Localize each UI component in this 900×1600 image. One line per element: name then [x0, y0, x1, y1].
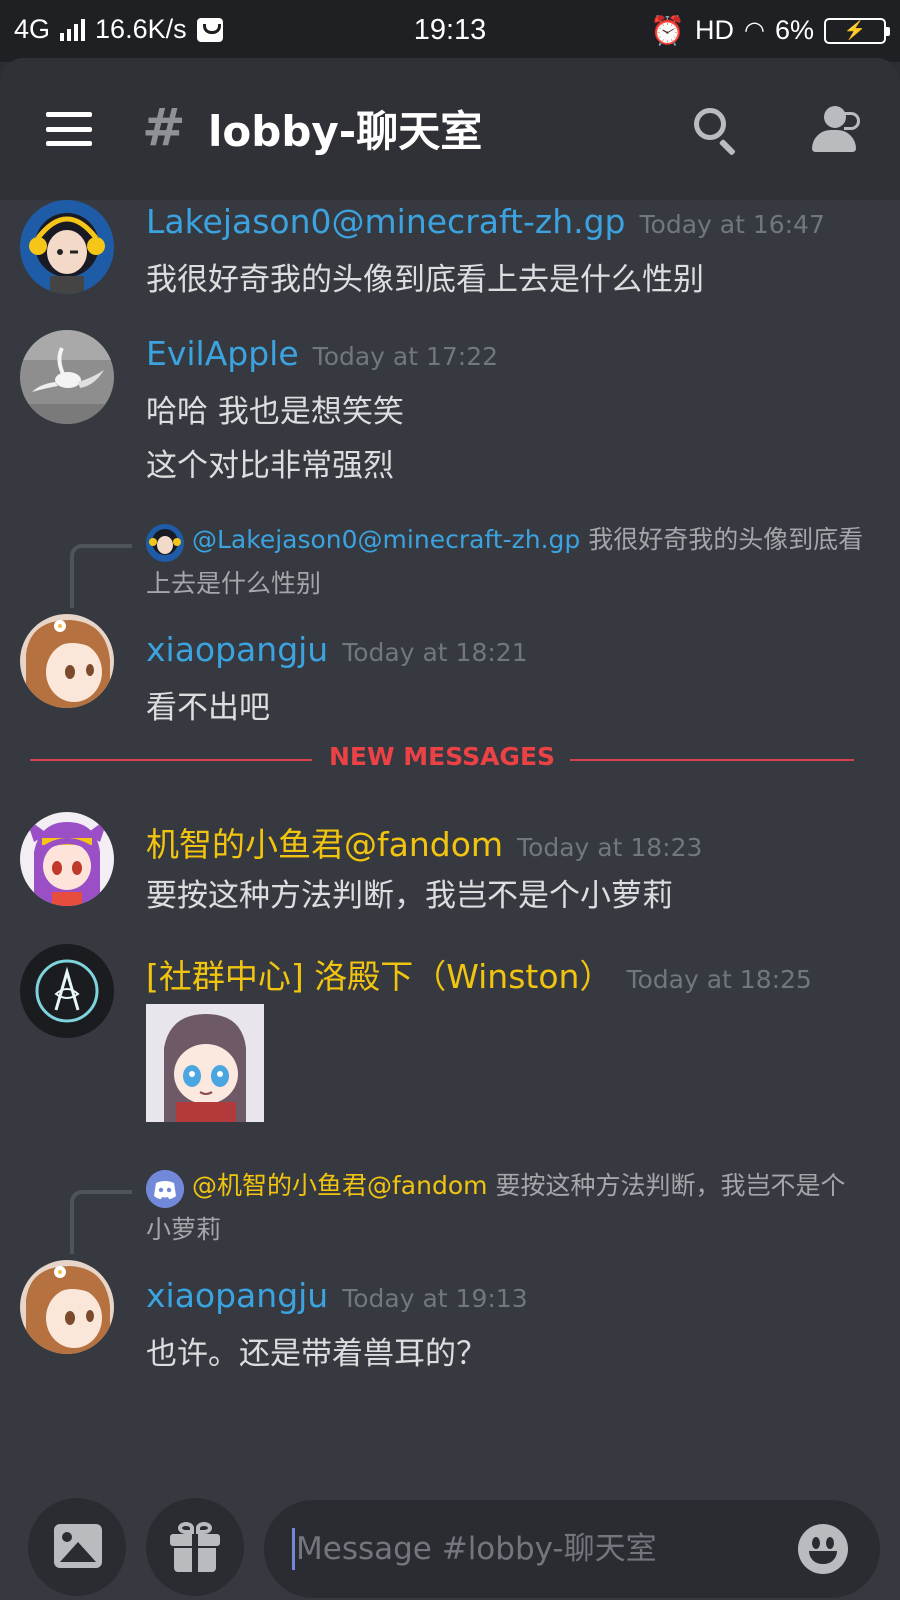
app-frame: # lobby-聊天室 Lakejason0@minecraft-zh.gp To… [0, 58, 900, 1600]
message-text: 也许。还是带着兽耳的？ [146, 1336, 487, 1372]
message-author[interactable]: EvilApple Today at 17:22 [146, 334, 498, 373]
channel-header: # lobby-聊天室 [0, 58, 900, 200]
hash-lock-icon: # [142, 98, 186, 158]
menu-icon[interactable] [46, 112, 92, 146]
battery-icon: ⚡ [824, 17, 890, 44]
reply-connector [70, 1190, 132, 1254]
hd-indicator: HD [695, 15, 735, 45]
channel-title: lobby-聊天室 [208, 107, 483, 156]
attach-image-button[interactable] [28, 1498, 126, 1596]
wifi-icon: ◠ [744, 17, 765, 44]
battery-percent: 6% [774, 15, 814, 45]
search-icon[interactable] [694, 108, 740, 156]
avatar[interactable] [20, 614, 114, 708]
avatar[interactable] [20, 812, 114, 906]
avatar[interactable] [20, 1260, 114, 1354]
reply-connector [70, 544, 132, 608]
gift-button[interactable] [146, 1498, 244, 1596]
message-author[interactable]: 机智的小鱼君@fandom Today at 18:23 [146, 818, 702, 866]
message-composer [0, 1478, 900, 1600]
image-icon [54, 1524, 102, 1568]
reply-mention[interactable]: @机智的小鱼君@fandom [192, 1171, 487, 1200]
message-author[interactable]: xiaopangju Today at 19:13 [146, 1276, 528, 1315]
message-timestamp: Today at 17:22 [312, 342, 499, 371]
avatar[interactable] [20, 944, 114, 1038]
reply-mention[interactable]: @Lakejason0@minecraft-zh.gp [192, 525, 580, 554]
status-bar: 4G 16.6K/s 19:13 ⏰ HD ◠ 6% ⚡ [0, 0, 900, 62]
message-text: 哈哈 我也是想笑笑 [146, 394, 404, 430]
reply-text: @机智的小鱼君@fandom 要按这种方法判断，我岂不是个小萝莉 [146, 1164, 866, 1252]
text-caret [292, 1528, 295, 1570]
message-timestamp: Today at 18:25 [626, 965, 812, 994]
message-author[interactable]: [社群中心] 洛殿下（Winston） Today at 18:25 [146, 950, 812, 998]
new-messages-divider: NEW MESSAGES [30, 742, 854, 778]
message-author[interactable]: xiaopangju Today at 18:21 [146, 630, 528, 669]
message-timestamp: Today at 18:23 [517, 833, 703, 862]
gift-icon [170, 1522, 220, 1572]
members-icon[interactable] [808, 106, 864, 152]
message-author[interactable]: Lakejason0@minecraft-zh.gp Today at 16:47 [146, 202, 825, 241]
message-input-wrapper[interactable] [264, 1500, 880, 1598]
alarm-icon: ⏰ [650, 15, 686, 46]
message-input[interactable] [296, 1500, 776, 1598]
message-text: 这个对比非常强烈 [146, 448, 394, 484]
reply-text: @Lakejason0@minecraft-zh.gp 我很好奇我的头像到底看上… [146, 518, 866, 606]
message-image-attachment[interactable] [146, 1004, 264, 1122]
emoji-icon[interactable] [798, 1524, 848, 1574]
avatar[interactable] [20, 200, 114, 294]
message-text: 我很好奇我的头像到底看上去是什么性别 [146, 262, 704, 298]
new-messages-label: NEW MESSAGES [328, 742, 556, 771]
avatar[interactable] [20, 330, 114, 424]
message-text: 看不出吧 [146, 690, 270, 726]
message-text: 要按这种方法判断，我岂不是个小萝莉 [146, 878, 673, 914]
message-timestamp: Today at 19:13 [342, 1284, 528, 1313]
message-timestamp: Today at 18:21 [342, 638, 528, 667]
message-timestamp: Today at 16:47 [639, 210, 825, 239]
